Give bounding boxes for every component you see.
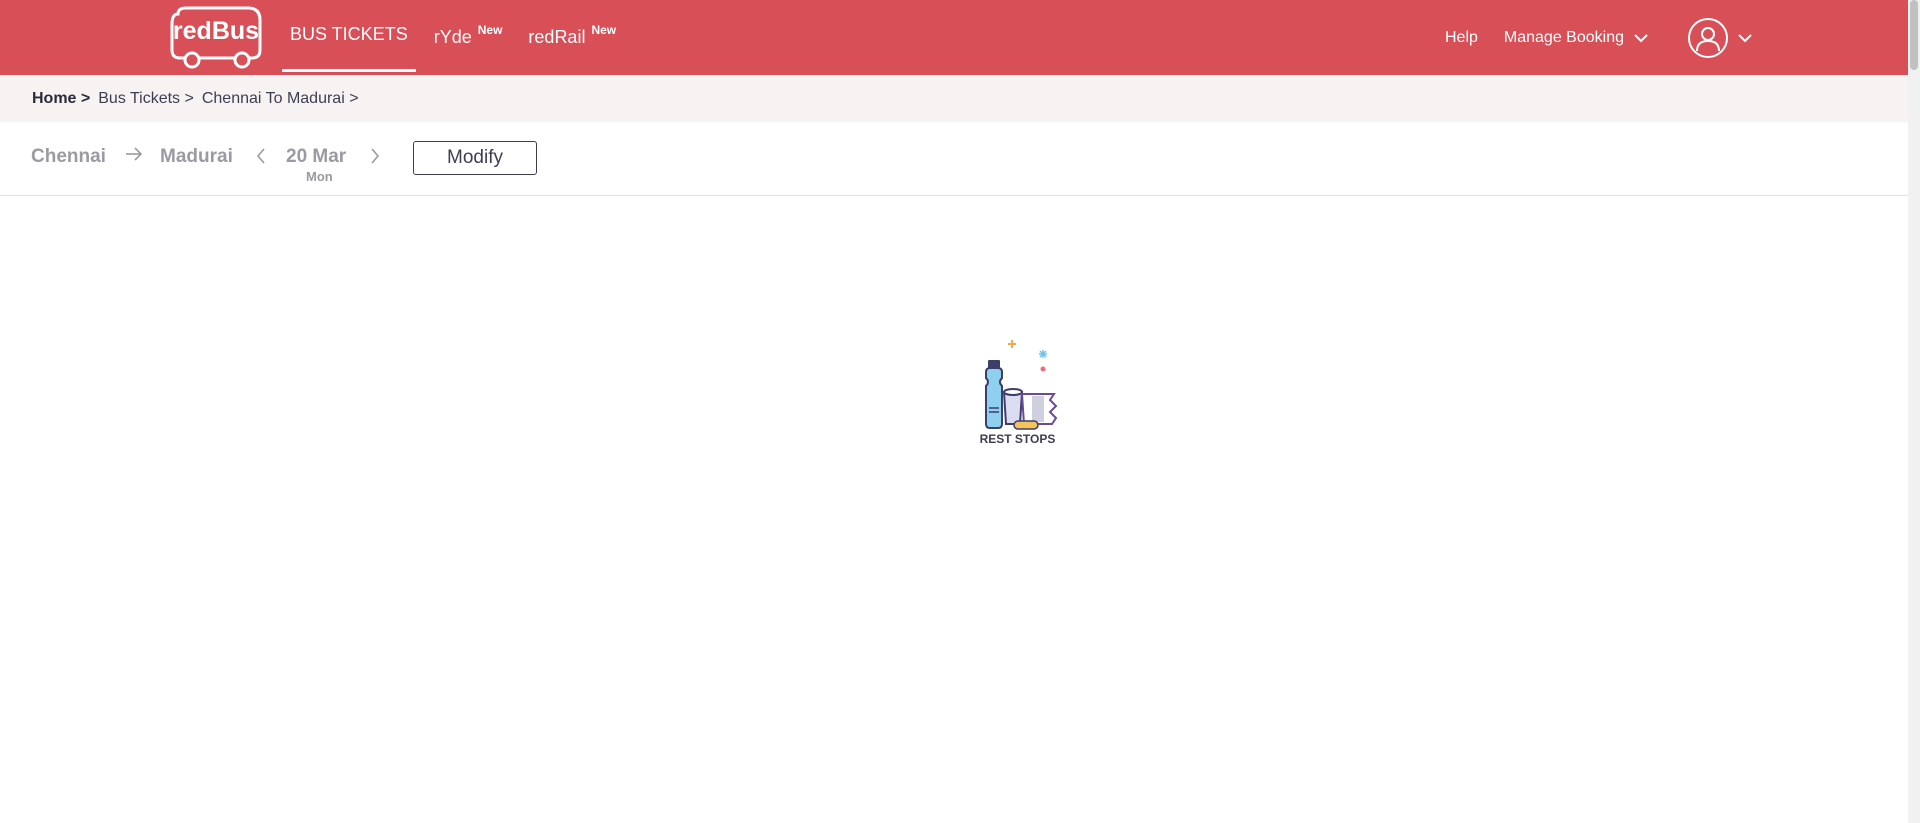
chevron-right-icon[interactable]	[369, 147, 381, 165]
arrow-right-icon	[126, 147, 143, 161]
account-menu[interactable]	[1674, 17, 1752, 58]
vertical-scrollbar[interactable]	[1908, 0, 1920, 823]
journey-date[interactable]: 20 Mar	[286, 146, 346, 168]
help-link[interactable]: Help	[1445, 29, 1478, 47]
search-summary-bar: Chennai Madurai 20 Mar Mon Modify	[0, 122, 1908, 196]
page: redBus BUS TICKETS rYde New redRail New …	[0, 0, 1920, 823]
chevron-down-icon	[1634, 33, 1648, 42]
source-city[interactable]: Chennai	[31, 146, 106, 168]
breadcrumb-home[interactable]: Home >	[32, 90, 90, 108]
main-nav: BUS TICKETS rYde New redRail New	[282, 0, 634, 75]
chevron-left-icon[interactable]	[255, 147, 267, 165]
nav-redrail[interactable]: redRail New	[520, 0, 624, 75]
breadcrumb-bus-tickets[interactable]: Bus Tickets >	[98, 90, 194, 108]
scrollbar-thumb[interactable]	[1910, 0, 1918, 70]
breadcrumb-route[interactable]: Chennai To Madurai >	[202, 90, 359, 108]
nav-bus-tickets[interactable]: BUS TICKETS	[282, 0, 416, 72]
user-icon	[1688, 17, 1728, 58]
loader-caption: REST STOPS	[979, 432, 1056, 446]
manage-booking-dropdown[interactable]: Manage Booking	[1504, 29, 1648, 47]
help-label: Help	[1445, 28, 1478, 46]
chevron-down-icon	[1738, 33, 1752, 42]
nav-redrail-new-badge: New	[591, 22, 617, 37]
nav-ryde-label: rYde	[433, 27, 472, 47]
breadcrumb: Home > Bus Tickets > Chennai To Madurai …	[32, 75, 367, 122]
breadcrumb-bar: Home > Bus Tickets > Chennai To Madurai …	[0, 75, 1908, 122]
nav-ryde[interactable]: rYde New	[426, 0, 511, 75]
header-right-nav: Help Manage Booking	[1419, 0, 1752, 75]
modify-button[interactable]: Modify	[413, 141, 537, 175]
redbus-logo[interactable]: redBus	[168, 6, 264, 70]
journey-day: Mon	[306, 169, 333, 184]
logo-text: redBus	[173, 17, 259, 45]
nav-bus-tickets-label: BUS TICKETS	[290, 24, 408, 44]
nav-ryde-new-badge: New	[477, 22, 503, 37]
destination-city[interactable]: Madurai	[160, 146, 233, 168]
nav-redrail-label: redRail	[528, 27, 586, 47]
top-header: redBus BUS TICKETS rYde New redRail New …	[0, 0, 1908, 75]
manage-booking-label: Manage Booking	[1503, 28, 1624, 46]
